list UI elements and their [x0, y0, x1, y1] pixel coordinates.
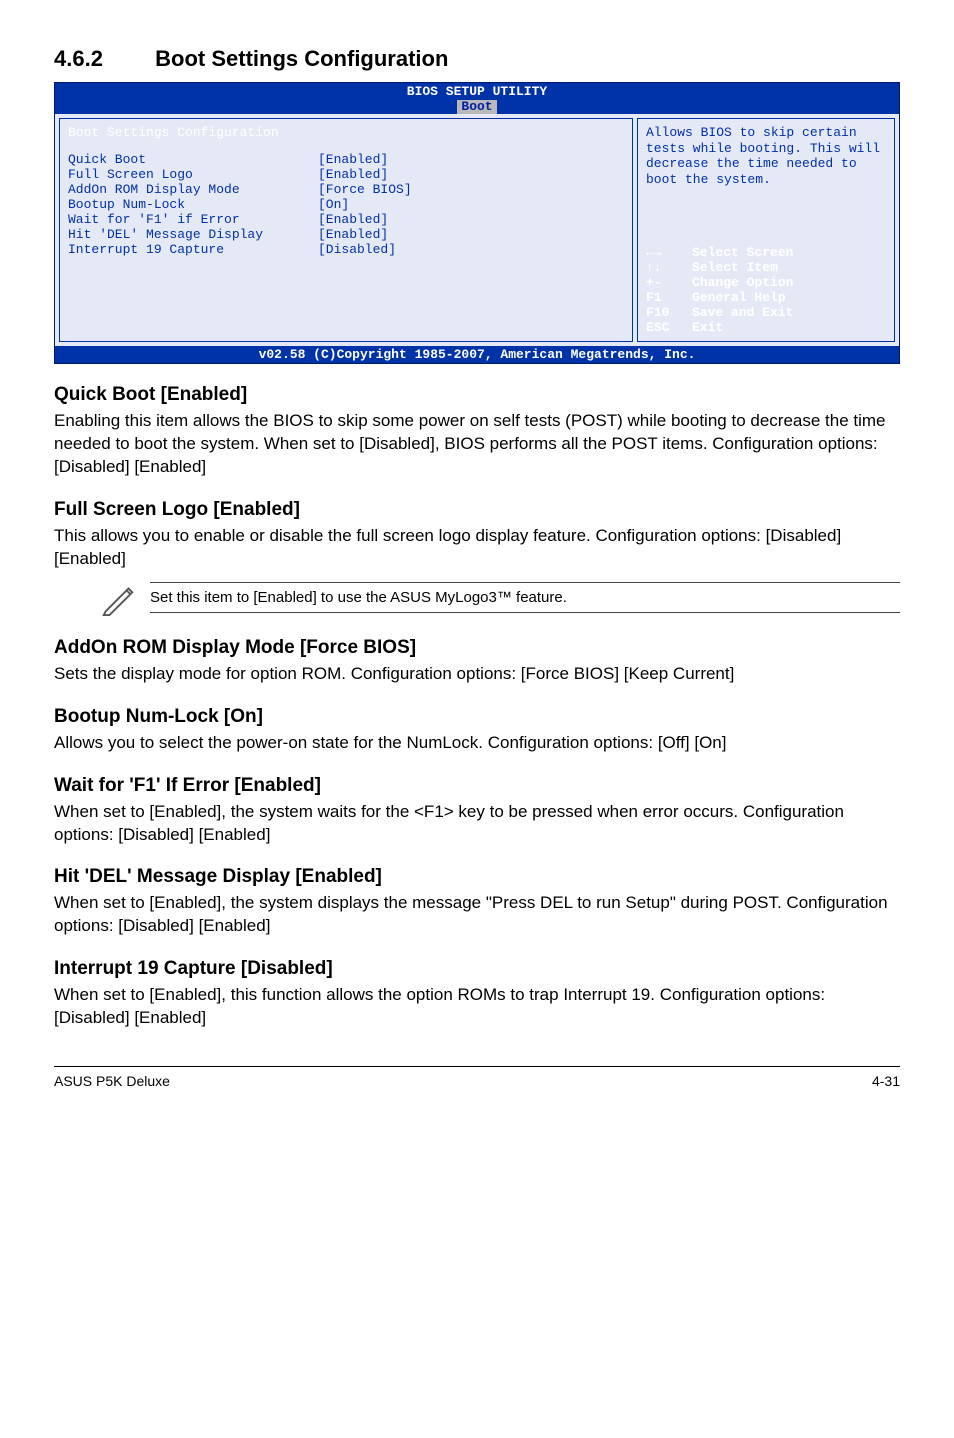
subsection-body: When set to [Enabled], the system displa… — [54, 892, 900, 938]
subsection-body: This allows you to enable or disable the… — [54, 525, 900, 571]
bios-key-symbol: F10 — [646, 305, 692, 320]
section-number: 4.6.2 — [54, 46, 149, 72]
bios-item-value: [Enabled] — [318, 152, 388, 167]
subsection-heading: Wait for 'F1' If Error [Enabled] — [54, 775, 900, 797]
subsection-heading: Full Screen Logo [Enabled] — [54, 499, 900, 521]
bios-item-label: Hit 'DEL' Message Display — [68, 227, 318, 242]
bios-key-text: Select Screen — [692, 245, 793, 260]
bios-key-symbol: +- — [646, 275, 692, 290]
bios-help-text: Allows BIOS to skip certain tests while … — [646, 125, 886, 187]
bios-key-text: General Help — [692, 290, 786, 305]
bios-item-value: [Enabled] — [318, 227, 388, 242]
bios-key-text: Exit — [692, 320, 723, 335]
subsection-heading: Quick Boot [Enabled] — [54, 384, 900, 406]
bios-item-label: Quick Boot — [68, 152, 318, 167]
bios-item: Quick Boot[Enabled] — [68, 152, 624, 167]
subsection-heading: Bootup Num-Lock [On] — [54, 706, 900, 728]
bios-item: Full Screen Logo[Enabled] — [68, 167, 624, 182]
bios-key-symbol: ←→ — [646, 245, 692, 260]
section-heading: 4.6.2 Boot Settings Configuration — [54, 46, 900, 72]
subsection-body: Enabling this item allows the BIOS to sk… — [54, 410, 900, 479]
note-text: Set this item to [Enabled] to use the AS… — [150, 582, 900, 613]
bios-item-label: Interrupt 19 Capture — [68, 242, 318, 257]
subsection-body: Allows you to select the power-on state … — [54, 732, 900, 755]
bios-footer: v02.58 (C)Copyright 1985-2007, American … — [55, 346, 899, 363]
bios-item: AddOn ROM Display Mode[Force BIOS] — [68, 182, 624, 197]
bios-item-value: [On] — [318, 197, 349, 212]
bios-screenshot: BIOS SETUP UTILITY Boot Boot Settings Co… — [54, 82, 900, 364]
bios-key-legend: ←→Select Screen ↑↓Select Item +-Change O… — [646, 245, 886, 335]
bios-tab-boot: Boot — [457, 100, 496, 114]
footer-left: ASUS P5K Deluxe — [54, 1073, 170, 1089]
bios-item-value: [Enabled] — [318, 212, 388, 227]
bios-key-text: Change Option — [692, 275, 793, 290]
bios-key-text: Select Item — [692, 260, 778, 275]
bios-item-label: Wait for 'F1' if Error — [68, 212, 318, 227]
note-callout: Set this item to [Enabled] to use the AS… — [100, 579, 900, 617]
bios-right-panel: Allows BIOS to skip certain tests while … — [637, 118, 895, 342]
bios-title: BIOS SETUP UTILITY — [55, 83, 899, 100]
subsection-heading: Hit 'DEL' Message Display [Enabled] — [54, 866, 900, 888]
bios-item-value: [Force BIOS] — [318, 182, 412, 197]
bios-key-symbol: ↑↓ — [646, 260, 692, 275]
bios-item-label: Full Screen Logo — [68, 167, 318, 182]
section-title: Boot Settings Configuration — [155, 46, 448, 71]
bios-left-panel: Boot Settings Configuration Quick Boot[E… — [59, 118, 633, 342]
bios-panel-heading: Boot Settings Configuration — [68, 125, 624, 140]
bios-item-label: AddOn ROM Display Mode — [68, 182, 318, 197]
bios-item: Bootup Num-Lock[On] — [68, 197, 624, 212]
bios-item: Interrupt 19 Capture[Disabled] — [68, 242, 624, 257]
subsection-heading: Interrupt 19 Capture [Disabled] — [54, 958, 900, 980]
bios-key-symbol: F1 — [646, 290, 692, 305]
bios-item: Hit 'DEL' Message Display[Enabled] — [68, 227, 624, 242]
footer-right: 4-31 — [872, 1073, 900, 1089]
bios-key-text: Save and Exit — [692, 305, 793, 320]
pencil-icon — [100, 579, 138, 617]
subsection-heading: AddOn ROM Display Mode [Force BIOS] — [54, 637, 900, 659]
subsection-body: Sets the display mode for option ROM. Co… — [54, 663, 900, 686]
subsection-body: When set to [Enabled], the system waits … — [54, 801, 900, 847]
bios-item-label: Bootup Num-Lock — [68, 197, 318, 212]
subsection-body: When set to [Enabled], this function all… — [54, 984, 900, 1030]
bios-key-symbol: ESC — [646, 320, 692, 335]
bios-tab-row: Boot — [55, 100, 899, 114]
bios-item: Wait for 'F1' if Error[Enabled] — [68, 212, 624, 227]
page-footer: ASUS P5K Deluxe 4-31 — [54, 1066, 900, 1089]
bios-item-value: [Enabled] — [318, 167, 388, 182]
bios-item-value: [Disabled] — [318, 242, 396, 257]
